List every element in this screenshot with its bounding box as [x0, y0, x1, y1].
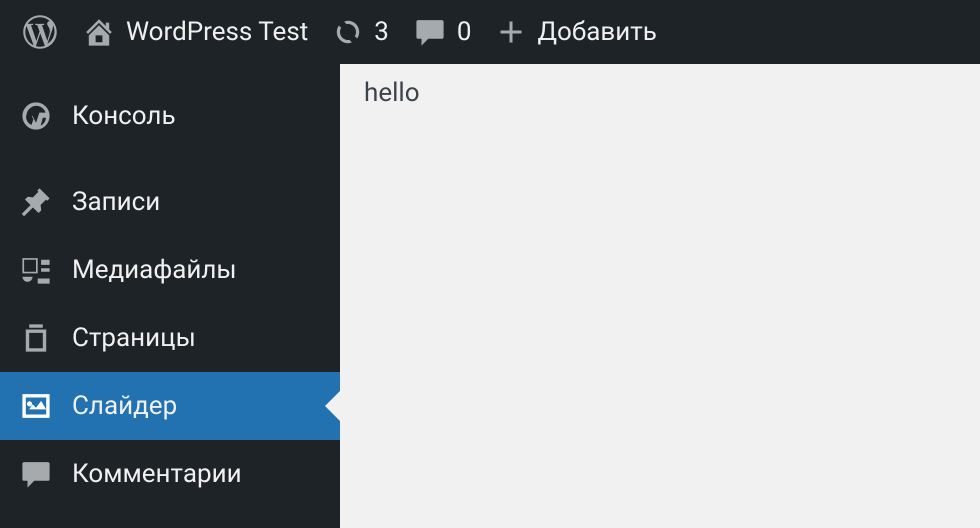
image-icon [18, 388, 54, 424]
sidebar-item-pages[interactable]: Страницы [0, 304, 340, 372]
wordpress-logo[interactable] [10, 0, 70, 64]
sidebar-item-label: Комментарии [72, 459, 242, 489]
site-home-link[interactable]: WordPress Test [70, 0, 320, 64]
sidebar-item-media[interactable]: Медиафайлы [0, 236, 340, 304]
sidebar-item-comments[interactable]: Комментарии [0, 440, 340, 508]
home-icon [82, 15, 116, 49]
pin-icon [18, 184, 54, 220]
page-content-text: hello [364, 78, 420, 108]
dashboard-icon [18, 98, 54, 134]
pages-icon [18, 320, 54, 356]
refresh-icon [332, 16, 364, 48]
sidebar-item-slider[interactable]: Слайдер [0, 372, 340, 440]
sidebar-item-label: Страницы [72, 323, 196, 353]
add-new-button[interactable]: Добавить [484, 0, 669, 64]
sidebar-item-label: Слайдер [72, 391, 177, 421]
add-new-label: Добавить [538, 17, 657, 47]
comments-count: 0 [457, 17, 472, 47]
wordpress-icon [22, 14, 58, 50]
sidebar-item-label: Консоль [72, 101, 176, 131]
comments-button[interactable]: 0 [401, 0, 484, 64]
updates-button[interactable]: 3 [320, 0, 401, 64]
plus-icon [496, 17, 526, 47]
site-name: WordPress Test [126, 17, 308, 47]
admin-bar: WordPress Test 3 0 Добавить [0, 0, 980, 64]
sidebar-item-label: Записи [72, 187, 160, 217]
media-icon [18, 252, 54, 288]
sidebar-item-label: Медиафайлы [72, 255, 237, 285]
menu-separator [0, 150, 340, 168]
content-area: hello [340, 64, 980, 528]
comment-icon [18, 456, 54, 492]
comment-icon [413, 15, 447, 49]
sidebar-item-posts[interactable]: Записи [0, 168, 340, 236]
main-area: Консоль Записи Медиафайлы Страницы [0, 64, 980, 528]
updates-count: 3 [374, 17, 389, 47]
admin-sidebar: Консоль Записи Медиафайлы Страницы [0, 64, 340, 528]
sidebar-item-dashboard[interactable]: Консоль [0, 82, 340, 150]
